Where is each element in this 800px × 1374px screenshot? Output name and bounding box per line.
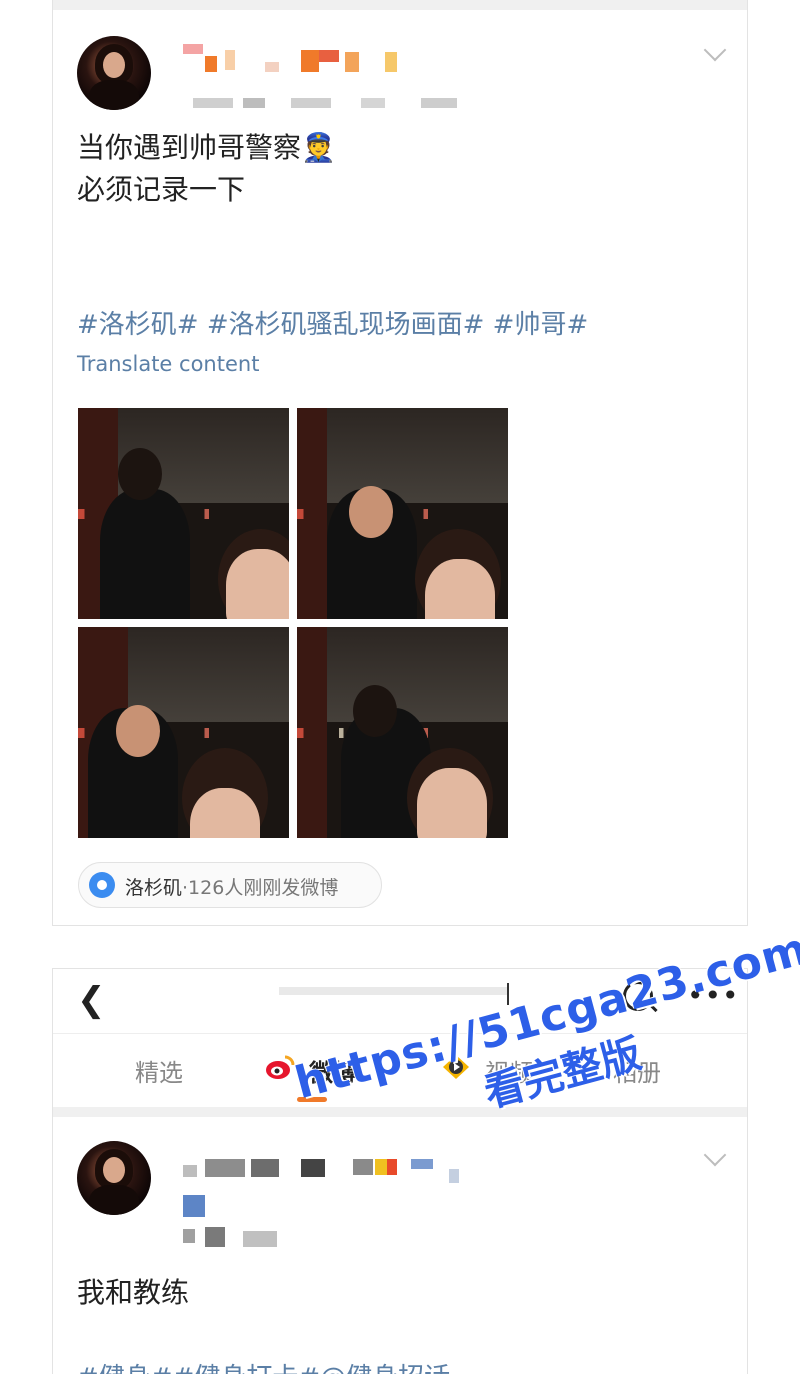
post-text: 我和教练 — [77, 1276, 190, 1309]
location-chip[interactable]: 洛杉矶·126人刚刚发微博 — [78, 862, 382, 908]
hashtags[interactable]: #健身##健身打卡#@健身招话 — [77, 1357, 450, 1374]
top-divider — [53, 0, 747, 10]
hashtags[interactable]: #洛杉矶# #洛杉矶骚乱现场画面# #帅哥# — [77, 304, 588, 341]
photo-4[interactable] — [297, 627, 508, 838]
photo-2[interactable] — [297, 408, 508, 619]
avatar[interactable] — [77, 1141, 151, 1215]
location-pin-icon — [89, 872, 115, 898]
chevron-down-icon[interactable] — [703, 38, 727, 62]
photo-grid — [78, 408, 508, 838]
photo-1[interactable] — [78, 408, 289, 619]
translate-link[interactable]: Translate content — [77, 352, 259, 376]
chevron-left-icon[interactable]: ❮ — [77, 983, 106, 1017]
photo-3[interactable] — [78, 627, 289, 838]
weibo-icon — [266, 1055, 295, 1079]
location-label: 洛杉矶·126人刚刚发微博 — [125, 877, 339, 899]
post-card: 当你遇到帅哥警察👮 必须记录一下 #洛杉矶# #洛杉矶骚乱现场画面# #帅哥# … — [52, 0, 748, 926]
chevron-down-icon[interactable] — [703, 1143, 727, 1167]
avatar[interactable] — [77, 36, 151, 110]
tab-featured[interactable]: 精选 — [135, 1053, 183, 1088]
post-text-line-1: 当你遇到帅哥警察👮 — [77, 131, 336, 164]
post-text-line-2: 必须记录一下 — [77, 173, 246, 206]
